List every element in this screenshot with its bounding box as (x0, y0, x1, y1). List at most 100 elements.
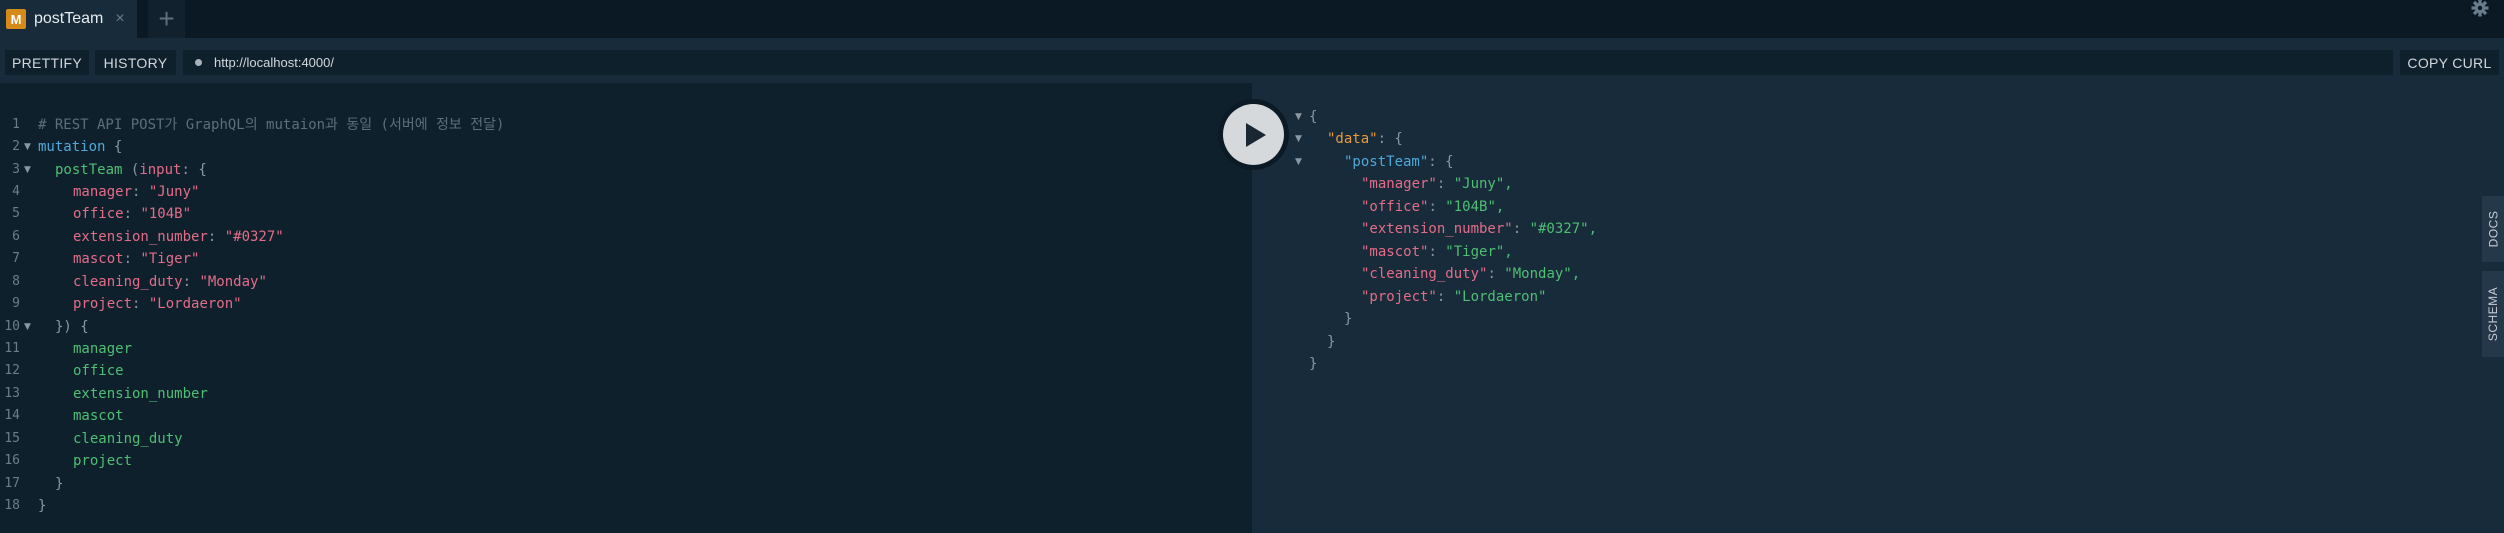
json-colon: : (1487, 266, 1505, 282)
line-number: 5 (12, 206, 20, 221)
query-editor[interactable]: 1 2 3 4 5 6 7 8 9 10 11 12 13 14 15 16 1… (0, 83, 1252, 533)
json-line: "postTeam": { (1344, 151, 1454, 173)
colon: : (207, 229, 225, 245)
line-number: 9 (12, 296, 20, 311)
line-number: 6 (12, 229, 20, 244)
line-number: 11 (4, 341, 20, 356)
arg-value: "#0327" (224, 229, 284, 245)
json-value: "#0327", (1529, 221, 1598, 237)
history-button[interactable]: HISTORY (95, 50, 176, 75)
brace: } (38, 498, 47, 514)
line-number: 15 (4, 431, 20, 446)
prettify-button[interactable]: PRETTIFY (5, 50, 89, 75)
toolbar: PRETTIFY HISTORY http://localhost:4000/ … (0, 38, 2504, 83)
json-key: "manager" (1361, 176, 1437, 192)
line-number: 10 (4, 319, 20, 334)
line-number: 18 (4, 498, 20, 513)
arg-key: extension_number (73, 229, 208, 245)
brace: { (113, 139, 123, 155)
fold-arrow-icon[interactable]: ▼ (1295, 151, 1302, 173)
gear-icon[interactable] (2466, 0, 2494, 22)
arg-key: mascot (73, 251, 124, 267)
arg-value: "Lordaeron" (148, 296, 242, 312)
selection-field: cleaning_duty (73, 431, 183, 447)
selection-field: project (73, 453, 133, 469)
line-number: 4 (12, 184, 20, 199)
code-line: postTeam (input: { (55, 159, 207, 181)
schema-tab-label: SCHEMA (2486, 286, 2500, 342)
line-number: 8 (12, 274, 20, 289)
fold-arrow-icon[interactable]: ▼ (24, 316, 31, 338)
selection-field: mascot (73, 408, 124, 424)
code-line: extension_number: "#0327" (73, 226, 284, 248)
arg-value: "Monday" (199, 274, 267, 290)
json-colon: : (1512, 221, 1530, 237)
operation-name: postTeam (55, 162, 123, 178)
arg-key: manager (73, 184, 133, 200)
json-key: "cleaning_duty" (1361, 266, 1488, 282)
line-number: 17 (4, 476, 20, 491)
fold-arrow-icon[interactable]: ▼ (1295, 106, 1302, 128)
colon-brace: : { (181, 162, 207, 178)
json-value: "104B", (1445, 199, 1505, 215)
line-number: 13 (4, 386, 20, 401)
tab-bar: M postTeam × + (0, 0, 2504, 38)
json-colon: : (1428, 199, 1446, 215)
arg-key: office (73, 206, 124, 222)
line-number: 2 (12, 139, 20, 154)
arg-key: cleaning_duty (73, 274, 183, 290)
json-colon-brace: : { (1428, 154, 1454, 170)
json-key: "office" (1361, 199, 1429, 215)
arg-value: "104B" (140, 206, 192, 222)
play-icon (1246, 122, 1266, 147)
json-colon-brace: : { (1377, 131, 1403, 147)
colon: : (132, 296, 149, 312)
json-key: "mascot" (1361, 244, 1429, 260)
line-number: 16 (4, 453, 20, 468)
json-line: "data": { (1327, 128, 1403, 150)
json-colon: : (1428, 244, 1446, 260)
colon: : (123, 206, 141, 222)
line-number: 3 (12, 162, 20, 177)
line-number: 1 (12, 117, 20, 132)
json-key: "data" (1327, 131, 1378, 147)
tab-badge: M (6, 9, 26, 29)
result-viewer: ▼ ▼ ▼ { "data": { "postTeam": { "manager… (1252, 83, 2504, 533)
json-value: "Tiger", (1445, 244, 1513, 260)
arg-value: "Tiger" (140, 251, 200, 267)
json-key: "extension_number" (1361, 221, 1513, 237)
code-line: office: "104B" (73, 203, 191, 225)
json-value: "Lordaeron" (1453, 289, 1547, 305)
tab-posteam[interactable]: M postTeam × (0, 0, 137, 38)
fold-arrow-icon[interactable]: ▼ (1295, 128, 1302, 150)
copy-curl-button[interactable]: COPY CURL (2400, 50, 2499, 75)
colon: : (182, 274, 200, 290)
mutation-keyword: mutation (38, 139, 106, 155)
fold-arrow-icon[interactable]: ▼ (24, 136, 31, 158)
add-tab-button[interactable]: + (148, 0, 185, 38)
selection-field: extension_number (73, 386, 208, 402)
json-brace: } (1344, 311, 1353, 327)
execute-query-button[interactable] (1223, 104, 1284, 165)
docs-tab[interactable]: DOCS (2482, 196, 2504, 262)
endpoint-url-text: http://localhost:4000/ (214, 55, 334, 70)
json-line: "extension_number": "#0327", (1361, 218, 1597, 240)
input-arg: input (139, 162, 182, 178)
endpoint-url-input[interactable]: http://localhost:4000/ (183, 50, 2393, 75)
json-line: "office": "104B", (1361, 196, 1504, 218)
schema-tab[interactable]: SCHEMA (2482, 271, 2504, 357)
json-line: "project": "Lordaeron" (1361, 286, 1546, 308)
json-colon: : (1436, 289, 1454, 305)
colon: : (132, 184, 149, 200)
selection-field: office (73, 363, 124, 379)
code-line: mutation { (38, 136, 122, 158)
status-dot-icon (195, 59, 202, 66)
line-number: 7 (12, 251, 20, 266)
json-key: "project" (1361, 289, 1437, 305)
close-icon[interactable]: × (115, 10, 124, 28)
json-line: "mascot": "Tiger", (1361, 241, 1513, 263)
line-number: 14 (4, 408, 20, 423)
json-value: "Monday", (1504, 266, 1581, 282)
selection-field: manager (73, 341, 133, 357)
fold-arrow-icon[interactable]: ▼ (24, 159, 31, 181)
